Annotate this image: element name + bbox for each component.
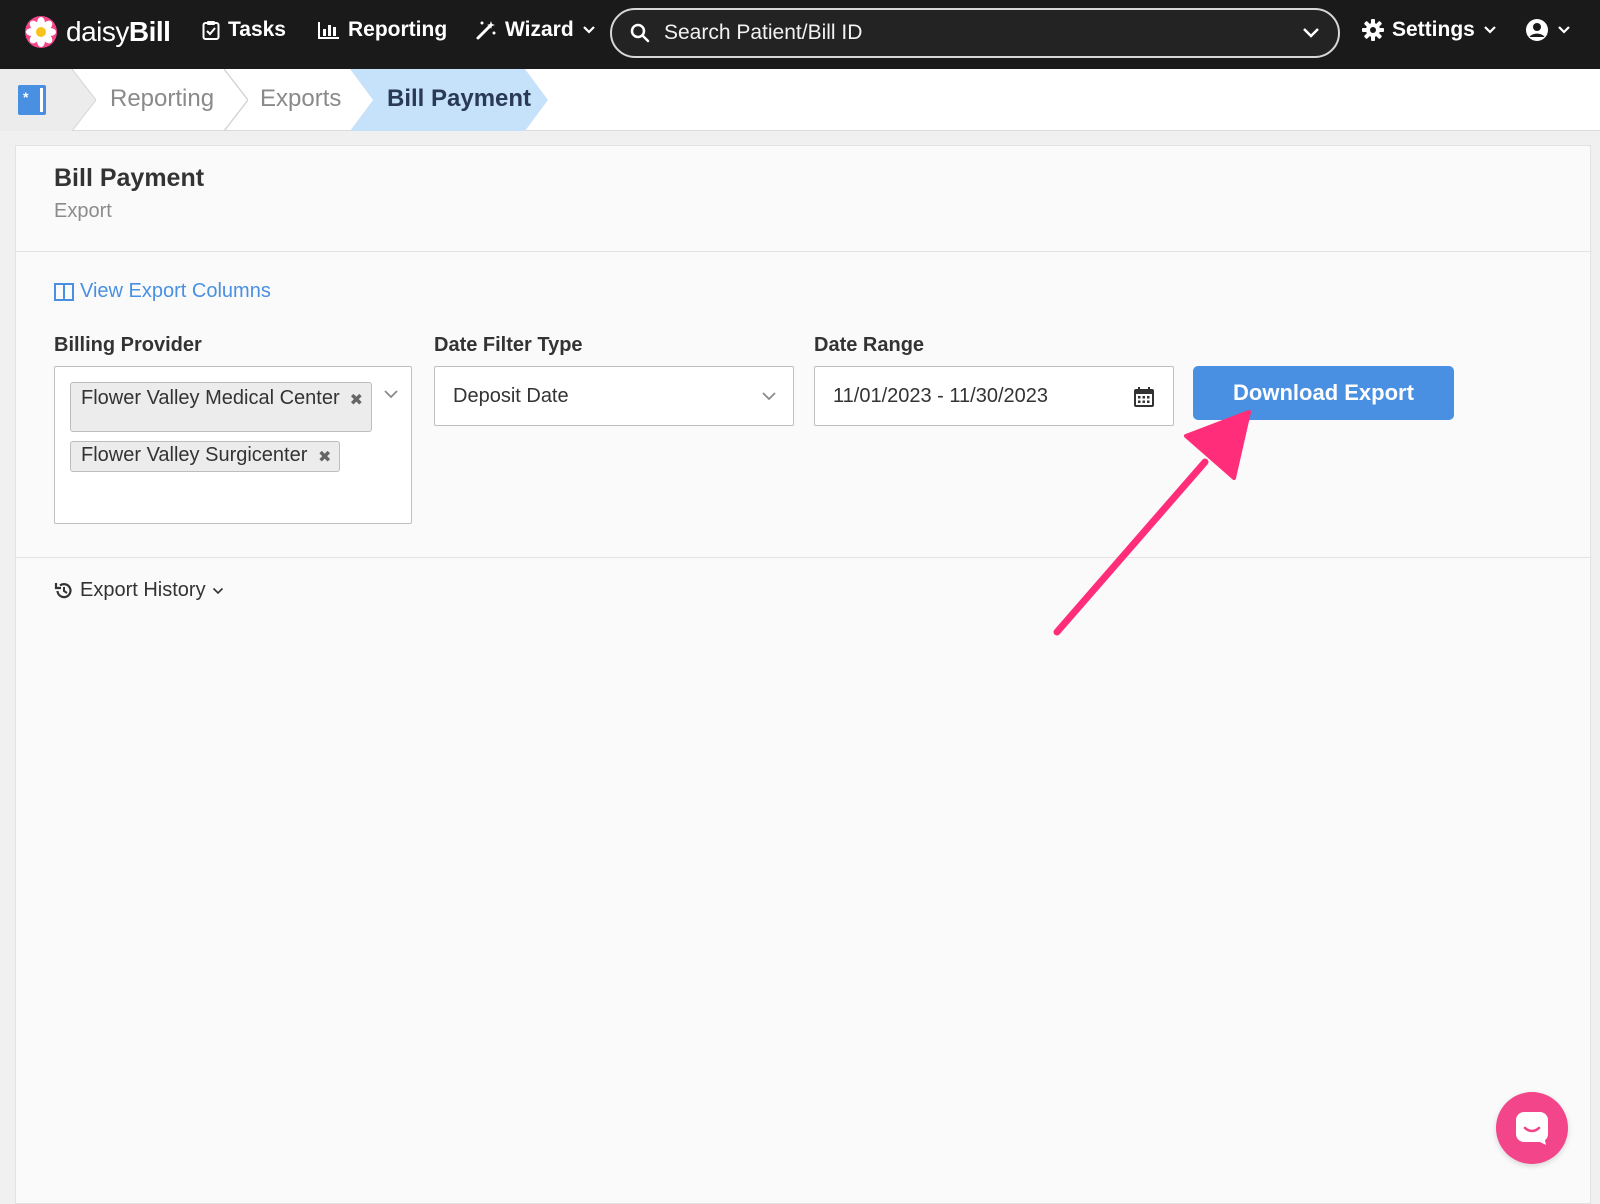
breadcrumb-item-exports[interactable]: Exports (260, 85, 341, 113)
chat-icon (1516, 1112, 1548, 1145)
chevron-down-icon (1558, 26, 1570, 34)
breadcrumb-separator (72, 69, 96, 131)
bar-chart-icon (318, 22, 339, 39)
date-range-value: 11/01/2023 - 11/30/2023 (833, 384, 1048, 407)
breadcrumb-separator (224, 69, 248, 131)
download-export-button[interactable]: Download Export (1193, 366, 1454, 420)
search-icon (630, 23, 650, 43)
document-icon: * (18, 85, 46, 115)
chevron-down-icon (582, 26, 595, 34)
nav-settings-label: Settings (1392, 18, 1475, 41)
date-range-label: Date Range (814, 334, 925, 356)
page-title: Bill Payment (54, 164, 205, 192)
chevron-down-icon (212, 587, 223, 594)
selected-provider-name: Flower Valley Surgicenter (81, 444, 308, 466)
breadcrumb: * Reporting Exports Bill Payment (0, 69, 1600, 131)
logo-text-bold: Bill (128, 16, 171, 47)
chevron-down-icon[interactable] (383, 389, 399, 399)
view-export-columns-label: View Export Columns (80, 280, 271, 302)
nav-tasks-label: Tasks (228, 18, 286, 41)
nav-wizard-label: Wizard (505, 18, 574, 41)
breadcrumb-home[interactable]: * (0, 69, 72, 131)
date-filter-type-select[interactable]: Deposit Date (434, 366, 794, 426)
calendar-icon[interactable] (1133, 386, 1155, 408)
gear-icon (1362, 19, 1384, 41)
chevron-down-icon (1484, 26, 1496, 34)
selected-provider-tag: Flower Valley Medical Center ✖ (70, 382, 372, 432)
logo-text: daisyBill (66, 16, 171, 48)
daisybill-logo[interactable]: daisyBill (24, 15, 171, 49)
daisy-flower-icon (25, 16, 57, 48)
user-circle-icon (1526, 19, 1548, 41)
nav-settings-dropdown[interactable]: Settings (1362, 18, 1497, 42)
selected-provider-name: Flower Valley Medical Center (81, 387, 340, 409)
chevron-down-icon (762, 392, 776, 401)
magic-wand-icon (476, 21, 496, 40)
top-navigation-bar: daisyBill Tasks Reporting Wizard Search … (0, 0, 1600, 69)
logo-text-light: daisy (66, 16, 129, 47)
breadcrumb-item-reporting[interactable]: Reporting (110, 85, 214, 113)
export-card: Bill Payment Export View Export Columns … (15, 145, 1592, 1204)
divider (16, 557, 1592, 558)
nav-tasks[interactable]: Tasks (202, 18, 286, 42)
billing-provider-label: Billing Provider (54, 334, 202, 356)
selected-provider-tag: Flower Valley Surgicenter ✖ (70, 441, 341, 472)
export-history-toggle[interactable]: Export History (54, 579, 224, 602)
export-history-label: Export History (80, 579, 206, 601)
chevron-down-icon[interactable] (1302, 27, 1320, 39)
view-export-columns-link[interactable]: View Export Columns (54, 280, 271, 303)
nav-reporting-label: Reporting (348, 18, 448, 41)
remove-tag-icon[interactable]: ✖ (350, 391, 363, 411)
date-filter-type-value: Deposit Date (453, 384, 569, 407)
clipboard-check-icon (202, 21, 220, 40)
breadcrumb-item-bill-payment: Bill Payment (387, 85, 532, 112)
history-icon (54, 582, 72, 598)
nav-reporting[interactable]: Reporting (318, 18, 447, 42)
chat-launcher-button[interactable] (1496, 1092, 1568, 1164)
columns-icon (54, 282, 74, 301)
date-filter-type-label: Date Filter Type (434, 334, 583, 356)
billing-provider-multiselect[interactable]: Flower Valley Medical Center ✖ Flower Va… (54, 366, 412, 524)
search-input[interactable] (662, 20, 1302, 46)
account-menu-dropdown[interactable] (1525, 18, 1571, 42)
page-subtitle: Export (54, 200, 112, 222)
date-range-input[interactable]: 11/01/2023 - 11/30/2023 (814, 366, 1174, 426)
nav-wizard-dropdown[interactable]: Wizard (475, 18, 596, 42)
divider (16, 251, 1592, 252)
remove-tag-icon[interactable]: ✖ (318, 448, 331, 468)
patient-bill-search[interactable] (610, 8, 1340, 58)
